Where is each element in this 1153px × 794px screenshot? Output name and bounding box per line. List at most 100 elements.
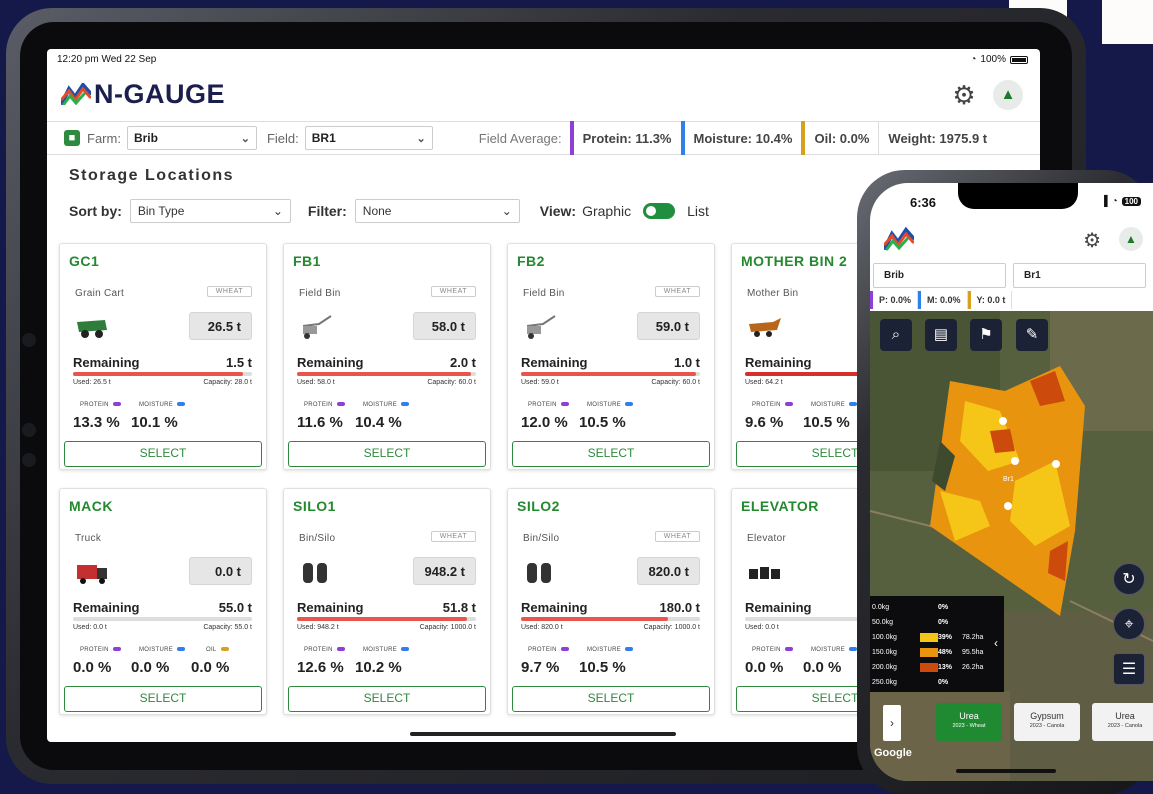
farm-label: Farm: bbox=[87, 130, 121, 146]
used-text: Used: 0.0 t bbox=[73, 624, 107, 631]
bin-type: Field Bin bbox=[523, 288, 565, 299]
remaining-label: Remaining bbox=[297, 600, 364, 615]
sort-select[interactable]: Bin Type ⌄ bbox=[129, 199, 291, 223]
quality-value: 0.0 % bbox=[803, 659, 842, 676]
fill-bar-level bbox=[521, 372, 697, 376]
sliders-icon[interactable]: ☰ bbox=[1113, 653, 1145, 685]
bin-type: Bin/Silo bbox=[523, 533, 560, 544]
silo-icon bbox=[527, 563, 551, 583]
user-avatar-icon[interactable]: ▲ bbox=[1119, 227, 1143, 251]
bin-name: FB1 bbox=[293, 253, 321, 269]
quality-label: PROTEIN bbox=[304, 647, 345, 653]
quality-label: MOISTURE bbox=[363, 402, 410, 408]
select-button[interactable]: SELECT bbox=[288, 686, 486, 712]
filter-value: None bbox=[362, 204, 392, 218]
chevron-right-icon[interactable]: › bbox=[883, 705, 901, 741]
legend-percent: 0% bbox=[938, 618, 949, 626]
settings-gear-icon[interactable]: ⚙ bbox=[1083, 228, 1101, 253]
quality-value: 10.1 % bbox=[131, 414, 178, 431]
quality-label: OIL bbox=[206, 647, 229, 653]
quality-label: PROTEIN bbox=[528, 402, 569, 408]
quality-value: 12.0 % bbox=[521, 414, 568, 431]
settings-gear-icon[interactable]: ⚙ bbox=[950, 81, 978, 109]
product-chip[interactable]: Urea 2023 - Wheat bbox=[936, 703, 1002, 741]
probe-tool-icon[interactable]: ✎ bbox=[1016, 319, 1048, 351]
chevron-down-icon: ⌄ bbox=[501, 204, 512, 218]
legend-rate: 250.0kg bbox=[872, 678, 897, 686]
refresh-icon[interactable]: ↻ bbox=[1113, 563, 1145, 595]
document-icon[interactable]: ▤ bbox=[925, 319, 957, 351]
quality-value: 13.3 % bbox=[73, 414, 120, 431]
legend-rate: 0.0kg bbox=[872, 603, 890, 611]
decor-square bbox=[1102, 0, 1153, 44]
quality-value: 10.5 % bbox=[803, 414, 850, 431]
map-field-label: Br1 bbox=[1003, 476, 1014, 483]
phone-field-select[interactable]: Br1 bbox=[1013, 263, 1146, 288]
capacity-text: Capacity: 60.0 t bbox=[427, 379, 476, 386]
quality-value: 0.0 % bbox=[745, 659, 784, 676]
bin-type: Bin/Silo bbox=[299, 533, 336, 544]
fill-bar-level bbox=[521, 617, 668, 621]
bin-card: MACK Truck 0.0 t Remaining 55.0 t Used: 0.0 t… bbox=[59, 488, 267, 715]
flag-icon[interactable]: ⚑ bbox=[970, 319, 1002, 351]
fill-bar-level bbox=[297, 372, 471, 376]
quality-label: MOISTURE bbox=[139, 402, 186, 408]
bin-card: GC1 Grain Cart WHEAT 26.5 t Remaining 1.5 t Us… bbox=[59, 243, 267, 470]
legend-swatch bbox=[920, 647, 938, 657]
remaining-value: 1.0 t bbox=[673, 355, 700, 370]
select-button[interactable]: SELECT bbox=[512, 441, 710, 467]
select-button[interactable]: SELECT bbox=[512, 686, 710, 712]
fill-bar bbox=[73, 617, 252, 621]
remaining-label: Remaining bbox=[521, 600, 588, 615]
field-select[interactable]: BR1 ⌄ bbox=[304, 126, 433, 150]
user-avatar-icon[interactable]: ▲ bbox=[993, 80, 1023, 110]
legend-rate: 50.0kg bbox=[872, 618, 894, 626]
phone-metric: Y: 0.0 t bbox=[967, 291, 1013, 309]
battery-icon: 100 bbox=[1121, 197, 1141, 206]
quality-label: PROTEIN bbox=[528, 647, 569, 653]
field-bin-icon bbox=[302, 315, 332, 339]
field-bin-icon bbox=[526, 315, 556, 339]
bin-type: Field Bin bbox=[299, 288, 341, 299]
legend-area: 78.2ha bbox=[962, 633, 984, 641]
select-button[interactable]: SELECT bbox=[288, 441, 486, 467]
quality-label: MOISTURE bbox=[811, 647, 858, 653]
filter-select[interactable]: None ⌄ bbox=[354, 199, 520, 223]
fill-bar bbox=[297, 372, 476, 376]
bin-type: Elevator bbox=[747, 533, 787, 544]
phone-farm-select[interactable]: Brib bbox=[873, 263, 1006, 288]
product-name: Urea bbox=[1115, 711, 1135, 721]
map-attribution: Google bbox=[874, 747, 912, 759]
capacity-text: Capacity: 28.0 t bbox=[203, 379, 252, 386]
signal-icon: ▐ bbox=[1100, 196, 1108, 207]
crop-badge: WHEAT bbox=[654, 286, 700, 297]
product-name: Gypsum bbox=[1030, 711, 1064, 721]
legend-percent: 0% bbox=[938, 678, 949, 686]
legend-row: 0.0kg 0% bbox=[872, 601, 1002, 613]
oil-metric: Oil: 0.0% bbox=[801, 121, 878, 155]
capacity-text: Capacity: 1000.0 t bbox=[419, 624, 476, 631]
quality-label: MOISTURE bbox=[587, 647, 634, 653]
view-toggle[interactable] bbox=[643, 203, 676, 219]
legend-row: 200.0kg 13% 26.2ha bbox=[872, 661, 1002, 673]
product-season: 2023 - Canola bbox=[1029, 723, 1065, 729]
quality-label: PROTEIN bbox=[80, 402, 121, 408]
zoom-search-icon[interactable]: ⌕ bbox=[880, 319, 912, 351]
select-button[interactable]: SELECT bbox=[64, 441, 262, 467]
legend-swatch bbox=[920, 632, 938, 642]
product-chip[interactable]: Gypsum 2023 - Canola bbox=[1014, 703, 1080, 741]
product-chip[interactable]: Urea 2023 - Canola bbox=[1092, 703, 1153, 741]
select-button[interactable]: SELECT bbox=[64, 686, 262, 712]
legend-row: 150.0kg 48% 95.5ha bbox=[872, 646, 1002, 658]
farm-select[interactable]: Brib ⌄ bbox=[126, 126, 257, 150]
locate-icon[interactable]: ⌖ bbox=[1113, 608, 1145, 640]
quality-label: MOISTURE bbox=[139, 647, 186, 653]
sort-value: Bin Type bbox=[137, 204, 185, 218]
bin-name: GC1 bbox=[69, 253, 100, 269]
bin-type: Mother Bin bbox=[747, 288, 799, 299]
remaining-label: Remaining bbox=[521, 355, 588, 370]
controls-row: Sort by: Bin Type ⌄ Filter: None ⌄ View:… bbox=[69, 199, 709, 223]
quality-value: 12.6 % bbox=[297, 659, 344, 676]
quality-value: 10.5 % bbox=[579, 414, 626, 431]
remaining-value: 2.0 t bbox=[449, 355, 476, 370]
